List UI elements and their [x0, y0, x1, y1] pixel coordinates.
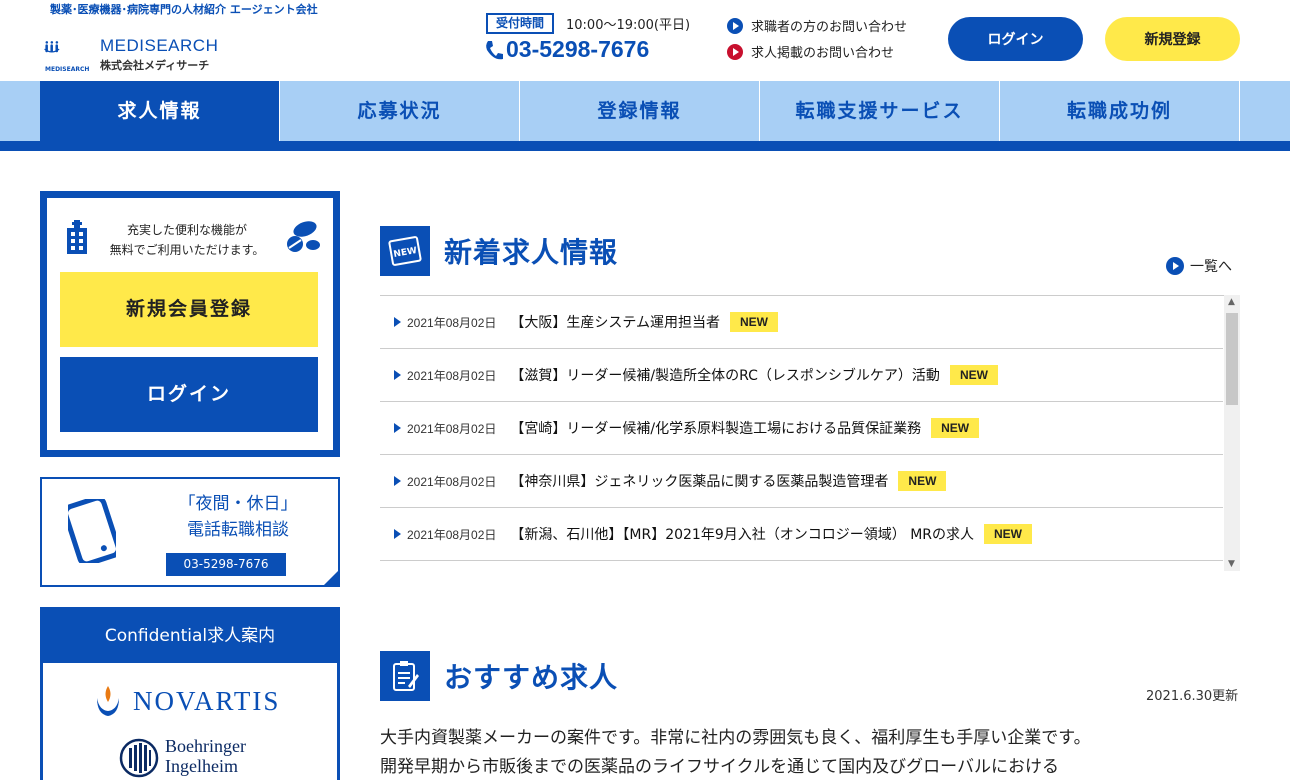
new-jobs-title: 新着求人情報 — [444, 236, 619, 269]
header-register-button[interactable]: 新規登録 — [1105, 17, 1240, 61]
job-date: 2021年08月02日 — [407, 421, 497, 436]
member-message: 充実した便利な機能が 無料でご利用いただけます。 — [97, 220, 277, 260]
employer-contact-link[interactable]: 求人掲載のお問い合わせ — [727, 42, 894, 61]
main-nav: 求人情報 応募状況 登録情報 転職支援サービス 転職成功例 — [0, 81, 1290, 141]
member-box: 充実した便利な機能が 無料でご利用いただけます。 新規会員登録 ログイン — [40, 191, 340, 457]
job-item[interactable]: 2021年08月02日 【新潟、石川他】【MR】2021年9月入社（オンコロジー… — [380, 508, 1223, 561]
new-badge: NEW — [984, 524, 1033, 544]
recommended-line2: 開発早期から市販後までの医薬品のライフサイクルを通じて国内及びグローバルにおける — [380, 757, 1059, 777]
header-phone: 03-5298-7676 — [484, 36, 649, 63]
jobseeker-contact-link[interactable]: 求職者の方のお問い合わせ — [727, 16, 907, 35]
boehringer-logo[interactable]: Boehringer Ingelheim — [119, 736, 246, 780]
new-badge: NEW — [730, 312, 778, 332]
view-all-link[interactable]: 一覧へ — [1166, 256, 1232, 276]
recommended-description: 大手内資製薬メーカーの案件です。非常に社内の雰囲気も良く、福利厚生も手厚い企業で… — [380, 724, 1240, 780]
confidential-box: Confidential求人案内 NOVARTIS Boehringer Ing… — [40, 607, 340, 780]
consult-line2: 電話転職相談 — [187, 520, 289, 540]
arrow-circle-icon — [727, 43, 743, 60]
employer-contact-label: 求人掲載のお問い合わせ — [751, 46, 895, 61]
consult-line1: 「夜間・休日」 — [178, 494, 298, 514]
view-all-label: 一覧へ — [1190, 259, 1232, 275]
site-header: 製薬･医療機器･病院専門の人材紹介 エージェント会社 MEDISEARCH ME… — [0, 0, 1290, 81]
nav-item-registration[interactable]: 登録情報 — [520, 81, 760, 141]
new-jobs-list[interactable]: 2021年08月02日 【大阪】生産システム運用担当者 NEW 2021年08月… — [380, 295, 1240, 571]
nav-item-success-stories[interactable]: 転職成功例 — [1000, 81, 1240, 141]
new-icon-label: NEW — [393, 246, 418, 260]
logo-mark-label: MEDISEARCH — [45, 66, 90, 73]
pills-icon — [287, 221, 320, 252]
job-list-scrollbar[interactable]: ▲ ▼ — [1224, 295, 1240, 571]
new-badge: NEW — [949, 365, 998, 385]
header-login-button[interactable]: ログイン — [948, 17, 1083, 61]
hours-badge: 受付時間 — [486, 13, 554, 34]
job-item[interactable]: 2021年08月02日 【大阪】生産システム運用担当者 NEW — [380, 296, 1223, 349]
boehringer-emblem-icon — [119, 738, 159, 778]
scroll-up-icon[interactable]: ▲ — [1228, 297, 1235, 307]
logo-name[interactable]: MEDISEARCH — [100, 36, 218, 56]
phone-consult-banner[interactable]: 「夜間・休日」 電話転職相談 03-5298-7676 — [40, 477, 340, 587]
job-item[interactable]: 2021年08月02日 【滋賀】リーダー候補/製造所全体のRC（レスポンシブルケ… — [380, 349, 1223, 402]
nav-item-support[interactable]: 転職支援サービス — [760, 81, 1000, 141]
triangle-right-icon — [394, 317, 401, 327]
recommended-updated: 2021.6.30更新 — [1146, 689, 1239, 704]
flame-icon — [97, 686, 119, 716]
job-title[interactable]: 【宮崎】リーダー候補/化学系原料製造工場における品質保証業務 — [510, 418, 921, 438]
job-date: 2021年08月02日 — [407, 527, 497, 542]
building-icon — [67, 220, 87, 254]
job-item[interactable]: 2021年08月02日 【神奈川県】ジェネリック医薬品に関する医薬品製造管理者 … — [380, 455, 1223, 508]
recommended-title: おすすめ求人 — [444, 661, 619, 694]
new-badge: NEW — [931, 418, 980, 438]
consult-text: 「夜間・休日」 電話転職相談 — [148, 491, 328, 543]
novartis-name: NOVARTIS — [133, 685, 281, 716]
job-title[interactable]: 【大阪】生産システム運用担当者 — [510, 312, 720, 332]
scroll-down-icon[interactable]: ▼ — [1228, 559, 1235, 569]
nav-item-jobs[interactable]: 求人情報 — [40, 81, 280, 141]
triangle-right-icon — [394, 370, 401, 380]
job-title[interactable]: 【滋賀】リーダー候補/製造所全体のRC（レスポンシブルケア）活動 — [510, 365, 940, 385]
hours-text: 10:00〜19:00(平日) — [566, 18, 691, 33]
recommended-line1: 大手内資製薬メーカーの案件です。非常に社内の雰囲気も良く、福利厚生も手厚い企業で… — [380, 728, 1091, 748]
recommended-heading: おすすめ求人 — [380, 651, 618, 701]
job-date: 2021年08月02日 — [407, 368, 497, 383]
jobseeker-contact-label: 求職者の方のお問い合わせ — [751, 20, 908, 35]
consult-phone-number: 03-5298-7676 — [166, 553, 286, 576]
job-title[interactable]: 【新潟、石川他】【MR】2021年9月入社（オンコロジー領域） MRの求人 — [510, 524, 974, 544]
triangle-right-icon — [394, 529, 401, 539]
confidential-title: Confidential求人案内 — [43, 610, 337, 663]
new-badge: NEW — [898, 471, 947, 491]
new-jobs-heading: NEW 新着求人情報 — [380, 226, 618, 276]
smartphone-icon — [68, 499, 116, 563]
nav-underline — [0, 141, 1290, 151]
clipboard-icon — [380, 651, 430, 701]
corner-triangle-icon — [323, 570, 338, 585]
boehringer-line1: Boehringer — [165, 736, 246, 756]
logo-company: 株式会社メディサーチ — [100, 59, 210, 72]
sidebar-register-button[interactable]: 新規会員登録 — [60, 272, 318, 347]
job-date: 2021年08月02日 — [407, 474, 497, 489]
phone-icon — [486, 40, 503, 60]
boehringer-line2: Ingelheim — [165, 756, 238, 776]
triangle-right-icon — [394, 476, 401, 486]
job-item[interactable]: 2021年08月02日 【宮崎】リーダー候補/化学系原料製造工場における品質保証… — [380, 402, 1223, 455]
nav-item-applications[interactable]: 応募状況 — [280, 81, 520, 141]
arrow-circle-icon — [1166, 257, 1184, 275]
job-date: 2021年08月02日 — [407, 315, 497, 330]
job-title[interactable]: 【神奈川県】ジェネリック医薬品に関する医薬品製造管理者 — [510, 471, 888, 491]
scrollbar-thumb[interactable] — [1226, 313, 1238, 405]
arrow-circle-icon — [727, 17, 743, 34]
member-message-line2: 無料でご利用いただけます。 — [109, 243, 265, 257]
header-phone-number: 03-5298-7676 — [506, 36, 650, 62]
member-message-line1: 充実した便利な機能が — [126, 223, 247, 237]
sidebar-login-button[interactable]: ログイン — [60, 357, 318, 432]
triangle-right-icon — [394, 423, 401, 433]
new-badge-icon: NEW — [380, 226, 430, 276]
site-tagline: 製薬･医療機器･病院専門の人材紹介 エージェント会社 — [50, 3, 318, 16]
novartis-logo[interactable]: NOVARTIS — [93, 684, 280, 718]
